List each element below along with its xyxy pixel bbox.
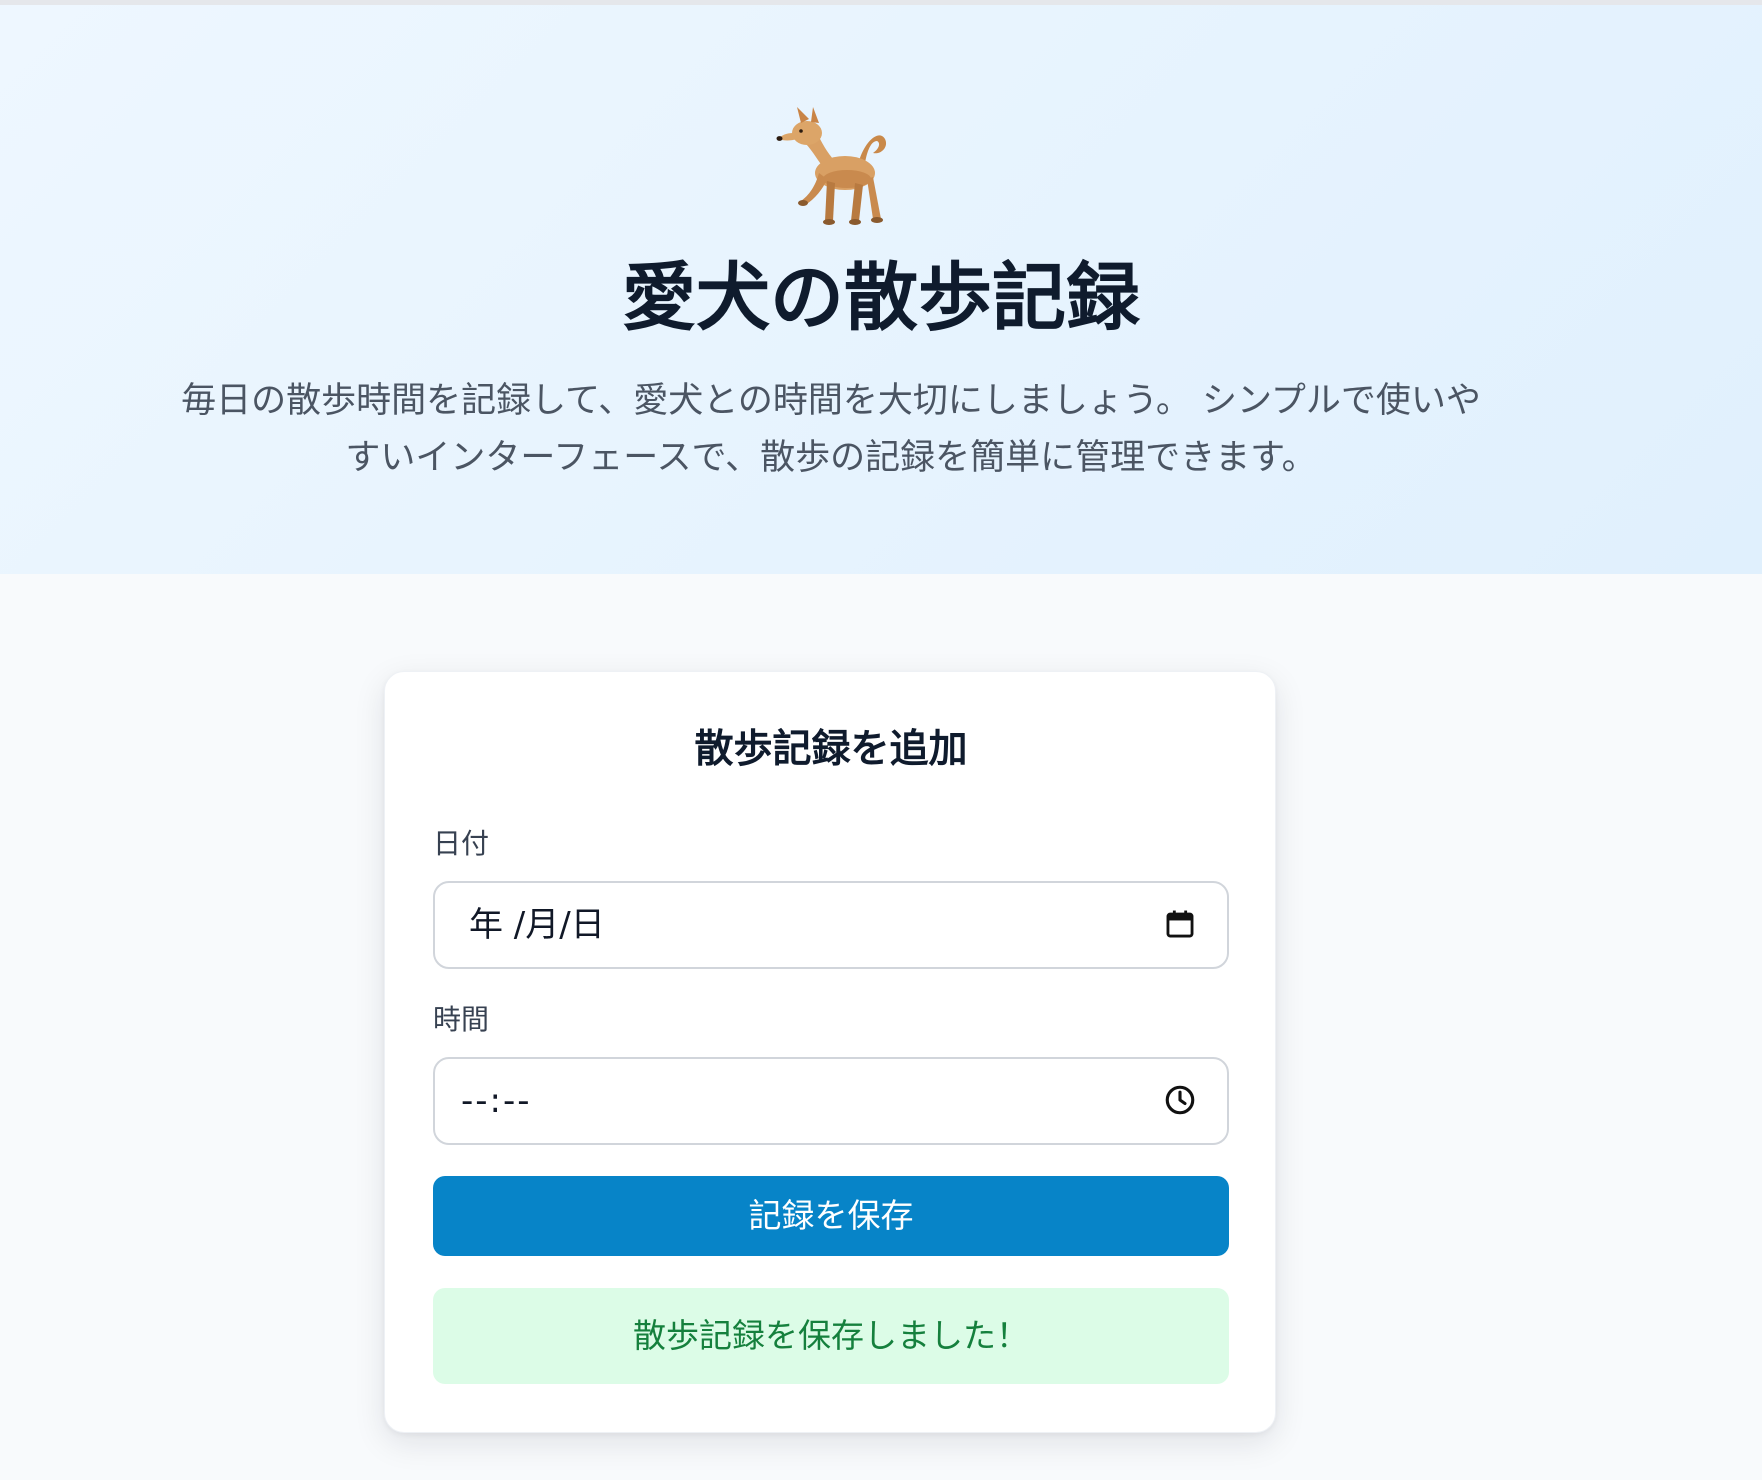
- save-record-button[interactable]: 記録を保存: [433, 1176, 1229, 1256]
- time-input[interactable]: --:--: [433, 1057, 1229, 1145]
- calendar-icon[interactable]: [1163, 907, 1197, 941]
- success-message: 散歩記録を保存しました！: [433, 1288, 1229, 1384]
- dog-icon: [776, 107, 887, 225]
- time-input-value: --:--: [461, 1081, 532, 1121]
- page-title: 愛犬の散歩記録: [622, 255, 1140, 341]
- description-line-2: すいインターフェースで、散歩の記録を簡単に管理できます。: [345, 438, 1317, 478]
- date-label: 日付: [433, 827, 490, 860]
- time-label: 時間: [433, 1003, 490, 1036]
- clock-icon[interactable]: [1163, 1083, 1197, 1117]
- walk-record-form-card: 散歩記録を追加 日付 年 /月/日 時間 --:-- 記録を保存 散歩記録を保存…: [384, 671, 1276, 1433]
- date-input-value: 年 /月/日: [469, 905, 605, 945]
- page-description: 毎日の散歩時間を記録して、愛犬との時間を大切にしましょう。 シンプルで使いや す…: [141, 373, 1521, 487]
- description-line-1: 毎日の散歩時間を記録して、愛犬との時間を大切にしましょう。 シンプルで使いや: [181, 381, 1481, 421]
- date-input[interactable]: 年 /月/日: [433, 881, 1229, 969]
- form-title: 散歩記録を追加: [694, 727, 968, 772]
- hero-section: 愛犬の散歩記録 毎日の散歩時間を記録して、愛犬との時間を大切にしましょう。 シン…: [0, 5, 1762, 574]
